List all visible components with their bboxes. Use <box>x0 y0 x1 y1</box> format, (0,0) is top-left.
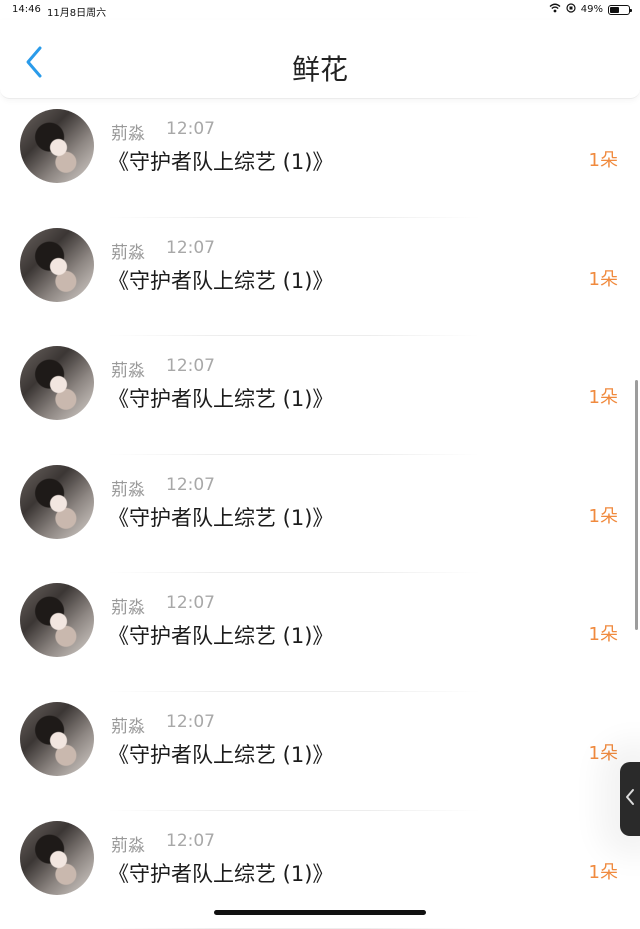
sender-time: 12:07 <box>166 119 215 139</box>
avatar[interactable] <box>20 820 94 895</box>
status-time: 14:46 <box>12 4 41 15</box>
flower-count: 1朵 <box>588 268 618 290</box>
sender-name: 莂淼 <box>111 361 145 382</box>
sender-name: 莂淼 <box>111 124 145 144</box>
list-item[interactable]: 莂淼 12:07 《守护者队上综艺 (1)》 1朵 <box>0 692 640 811</box>
book-title[interactable]: 《守护者队上综艺 (1)》 <box>108 146 333 176</box>
book-title[interactable]: 《守护者队上综艺 (1)》 <box>108 265 333 295</box>
sender-name: 莂淼 <box>111 598 145 619</box>
avatar[interactable] <box>20 109 94 183</box>
flower-count: 1朵 <box>588 861 618 883</box>
battery-level <box>610 6 619 13</box>
list-item[interactable]: 莂淼 12:07 《守护者队上综艺 (1)》 1朵 <box>0 336 640 455</box>
sender-time: 12:07 <box>166 356 215 377</box>
sender-time: 12:07 <box>166 237 215 258</box>
sender-name: 莂淼 <box>111 242 145 263</box>
status-date: 11月8日周六 <box>47 8 107 19</box>
sender-time: 12:07 <box>166 830 215 851</box>
sender-name: 莂淼 <box>111 835 145 856</box>
orientation-lock-icon <box>566 3 576 16</box>
avatar[interactable] <box>20 346 94 421</box>
list-item[interactable]: 莂淼 12:07 《守护者队上综艺 (1)》 1朵 <box>0 455 640 574</box>
list-item[interactable]: 莂淼 12:07 《守护者队上综艺 (1)》 1朵 <box>0 99 640 218</box>
status-indicators: 49% <box>549 3 632 16</box>
book-title[interactable]: 《守护者队上综艺 (1)》 <box>108 502 333 532</box>
book-title[interactable]: 《守护者队上综艺 (1)》 <box>108 739 333 769</box>
list-item[interactable]: 莂淼 12:07 《守护者队上综艺 (1)》 1朵 <box>0 573 640 692</box>
sender-time: 12:07 <box>166 593 215 614</box>
book-title[interactable]: 《守护者队上综艺 (1)》 <box>108 383 333 413</box>
flower-list: 莂淼 12:07 《守护者队上综艺 (1)》 1朵 莂淼 12:07 《守护者队… <box>0 99 640 929</box>
flower-count: 1朵 <box>588 387 618 409</box>
sender-time: 12:07 <box>166 474 215 495</box>
status-bar: 14:46 11月8日周六 49% <box>0 0 640 20</box>
scrollbar[interactable] <box>635 380 638 630</box>
book-title[interactable]: 《守护者队上综艺 (1)》 <box>108 858 333 888</box>
wifi-icon <box>549 3 561 16</box>
side-panel-handle[interactable] <box>620 762 640 836</box>
flower-count: 1朵 <box>588 505 618 527</box>
battery-percent: 49% <box>580 4 603 15</box>
flower-count: 1朵 <box>588 150 618 171</box>
nav-header: 鲜花 <box>0 20 640 99</box>
battery-icon <box>608 4 632 15</box>
flower-count: 1朵 <box>588 624 618 646</box>
avatar[interactable] <box>20 464 94 539</box>
avatar[interactable] <box>20 583 94 658</box>
list-item[interactable]: 莂淼 12:07 《守护者队上综艺 (1)》 1朵 <box>0 218 640 337</box>
home-indicator[interactable] <box>214 910 426 915</box>
sender-time: 12:07 <box>166 711 215 732</box>
page-title: 鲜花 <box>291 53 348 86</box>
avatar[interactable] <box>20 227 94 302</box>
sender-name: 莂淼 <box>111 716 145 737</box>
avatar[interactable] <box>20 701 94 776</box>
chevron-left-icon <box>625 788 635 810</box>
flower-count: 1朵 <box>588 742 618 764</box>
book-title[interactable]: 《守护者队上综艺 (1)》 <box>108 620 333 650</box>
sender-name: 莂淼 <box>111 479 145 500</box>
